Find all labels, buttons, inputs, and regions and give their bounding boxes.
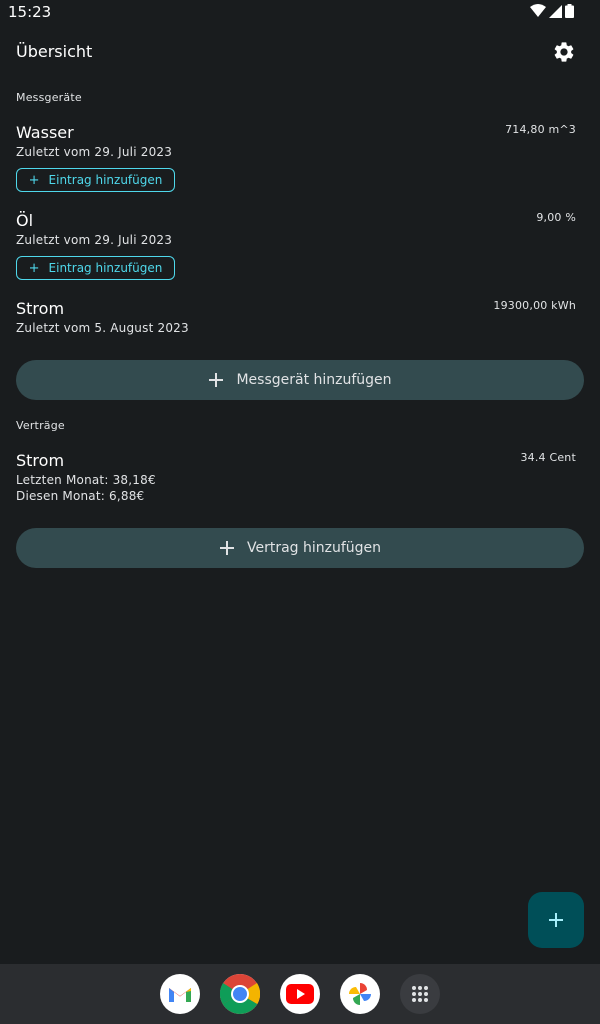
gmail-app-button[interactable] [160,974,200,1014]
battery-icon [565,4,574,18]
plus-icon: + [28,260,40,276]
meter-value: 9,00 % [536,211,576,224]
photos-app-button[interactable] [340,974,380,1014]
app-screen: 15:23 Übersicht Messgeräte Wasser 714,80… [0,0,600,1024]
contract-price: 34.4 Cent [520,451,576,464]
page-title: Übersicht [16,42,93,61]
chrome-app-button[interactable] [220,974,260,1014]
meter-last-entry: Zuletzt vom 5. August 2023 [16,321,189,335]
contract-this-month: Diesen Monat: 6,88€ [16,489,145,503]
chrome-icon [220,974,260,1014]
add-entry-button[interactable]: + Eintrag hinzufügen [16,168,175,192]
gear-icon [554,42,574,62]
app-drawer-icon [412,986,428,1002]
add-entry-label: Eintrag hinzufügen [48,173,163,187]
status-bar: 15:23 [0,0,600,24]
meter-last-entry: Zuletzt vom 29. Juli 2023 [16,233,173,247]
add-contract-button[interactable]: Vertrag hinzufügen [16,528,584,568]
add-fab-button[interactable] [528,892,584,948]
meter-name: Wasser [16,123,74,142]
youtube-icon [286,984,314,1004]
cellular-signal-icon [549,4,562,18]
meter-name: Strom [16,299,65,318]
meter-name: Öl [16,211,34,230]
meter-value: 714,80 m^3 [505,123,576,136]
add-entry-button[interactable]: + Eintrag hinzufügen [16,256,175,280]
app-dock [0,964,600,1024]
contracts-section-header: Verträge [16,419,65,432]
add-entry-label: Eintrag hinzufügen [48,261,163,275]
add-meter-button[interactable]: Messgerät hinzufügen [16,360,584,400]
plus-icon [219,541,234,555]
add-contract-label: Vertrag hinzufügen [246,540,382,556]
status-time: 15:23 [8,3,52,21]
meter-value: 19300,00 kWh [493,299,576,312]
wifi-icon [530,4,546,18]
youtube-app-button[interactable] [280,974,320,1014]
settings-button[interactable] [552,40,576,64]
plus-icon [549,913,563,927]
status-icons [530,4,574,18]
meters-section-header: Messgeräte [16,91,82,104]
add-meter-label: Messgerät hinzufügen [236,372,392,388]
plus-icon: + [28,172,40,188]
plus-icon [209,373,224,387]
app-drawer-button[interactable] [400,974,440,1014]
photos-icon [349,983,371,1005]
meter-last-entry: Zuletzt vom 29. Juli 2023 [16,145,173,159]
gmail-icon [169,988,191,1002]
contract-name: Strom [16,451,65,470]
contract-last-month: Letzten Monat: 38,18€ [16,473,156,487]
